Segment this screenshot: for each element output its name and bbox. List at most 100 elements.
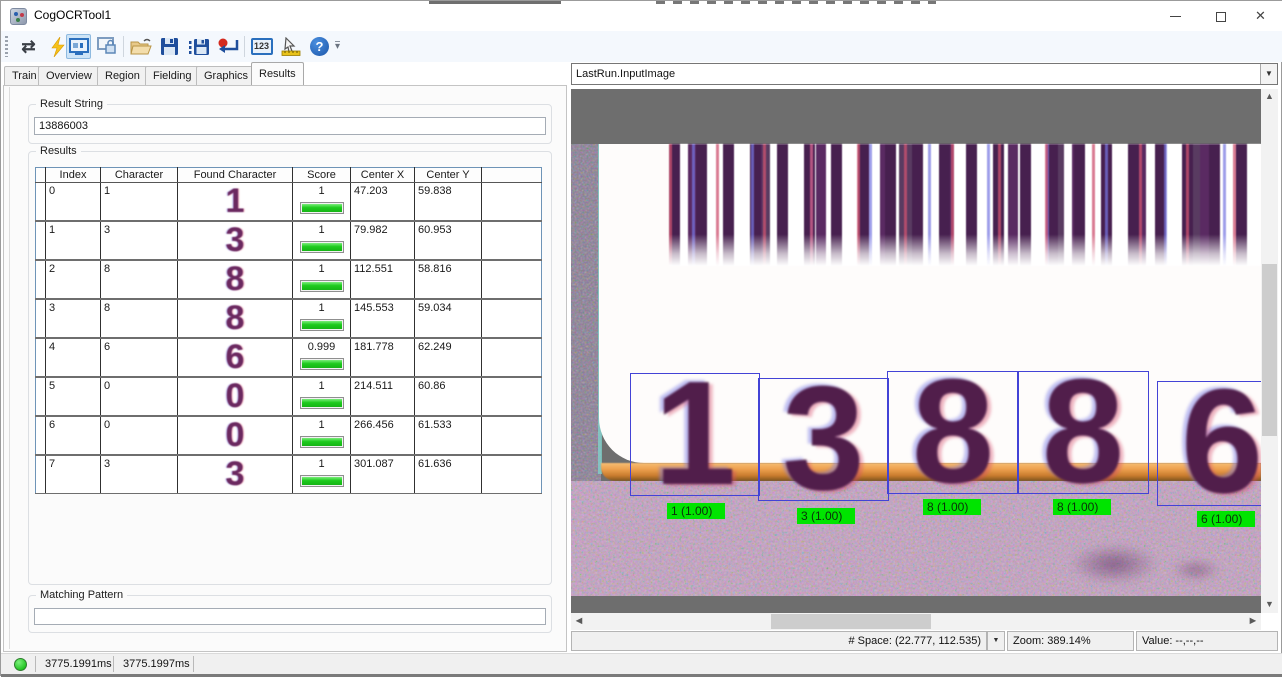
save-image-button[interactable]	[186, 34, 211, 59]
vertical-scroll-thumb[interactable]	[1262, 264, 1277, 436]
combobox-dropdown-button[interactable]: ▼	[1260, 64, 1277, 84]
col-score[interactable]: Score	[293, 168, 351, 183]
cell-index: 2	[46, 260, 101, 299]
surface-smudge	[1171, 559, 1221, 581]
tab-graphics[interactable]: Graphics	[196, 66, 256, 85]
result-string-label: Result String	[36, 98, 107, 110]
table-row[interactable]: 7 3 3 1 301.087 61.636	[36, 455, 542, 494]
col-index[interactable]: Index	[46, 168, 101, 183]
char-bounding-box	[1017, 371, 1149, 494]
space-dropdown-button[interactable]: ▼	[987, 631, 1005, 651]
detection-label: 8 (1.00)	[1053, 499, 1111, 515]
maximize-button[interactable]	[1198, 1, 1243, 31]
image-source-combobox[interactable]: LastRun.InputImage ▼	[571, 63, 1278, 85]
minimize-button[interactable]	[1153, 1, 1198, 31]
cell-center-y: 61.636	[415, 455, 482, 494]
toolbar-grip[interactable]	[5, 36, 8, 57]
cell-character: 3	[101, 221, 178, 260]
photo-left-edge	[571, 144, 601, 481]
record-results-button[interactable]	[215, 34, 240, 59]
horizontal-scrollbar[interactable]: ◄ ►	[571, 613, 1261, 630]
titlebar: CogOCRTool1 ✕	[1, 1, 1282, 31]
image-source-value: LastRun.InputImage	[576, 68, 675, 80]
table-row[interactable]: 2 8 8 1 112.551 58.816	[36, 260, 542, 299]
toolbar-overflow-button[interactable]: ▾	[335, 41, 340, 51]
pin-window-button[interactable]	[94, 34, 119, 59]
save-button[interactable]	[157, 34, 182, 59]
cell-center-x: 266.456	[351, 416, 415, 455]
run-tool-button[interactable]: ⇄	[16, 34, 41, 59]
tab-results[interactable]: Results	[251, 62, 304, 85]
help-button[interactable]: ?	[307, 34, 332, 59]
toolbar-separator	[123, 36, 124, 57]
cell-character: 3	[101, 455, 178, 494]
col-center-x[interactable]: Center X	[351, 168, 415, 183]
close-button[interactable]: ✕	[1238, 1, 1282, 31]
cell-center-x: 145.553	[351, 299, 415, 338]
cell-score: 1	[318, 263, 324, 275]
score-bar	[300, 319, 344, 331]
score-bar	[300, 436, 344, 448]
col-found[interactable]: Found Character	[178, 168, 293, 183]
tab-overview[interactable]: Overview	[38, 66, 100, 85]
matching-pattern-field[interactable]	[34, 608, 546, 625]
col-center-y[interactable]: Center Y	[415, 168, 482, 183]
status-separator	[113, 656, 114, 672]
barcode-image	[669, 144, 1261, 266]
cell-index: 7	[46, 455, 101, 494]
table-row[interactable]: 0 1 1 1 47.203 59.838	[36, 183, 542, 222]
cell-character: 0	[101, 416, 178, 455]
floppy-dots-icon	[188, 37, 210, 56]
char-bounding-box	[887, 371, 1019, 494]
cell-score: 1	[318, 185, 324, 197]
matching-pattern-group: Matching Pattern	[28, 595, 552, 633]
col-character[interactable]: Character	[101, 168, 178, 183]
table-row[interactable]: 4 6 6 0.999 181.778 62.249	[36, 338, 542, 377]
cell-center-y: 61.533	[415, 416, 482, 455]
cell-score: 1	[318, 380, 324, 392]
results-group: Results Index Character Found Character …	[28, 151, 552, 585]
table-row[interactable]: 3 8 8 1 145.553 59.034	[36, 299, 542, 338]
found-character-image: 1	[181, 184, 289, 218]
show-values-button[interactable]: 123	[249, 34, 274, 59]
pixel-value: Value: --,--,--	[1142, 635, 1204, 647]
measure-pointer-button[interactable]	[278, 34, 303, 59]
open-file-button[interactable]	[128, 34, 153, 59]
horizontal-scroll-thumb[interactable]	[771, 614, 931, 629]
scroll-right-button[interactable]: ►	[1245, 613, 1261, 630]
table-row[interactable]: 5 0 0 1 214.511 60.86	[36, 377, 542, 416]
result-string-group: Result String 13886003	[28, 104, 552, 144]
scroll-up-button[interactable]: ▲	[1261, 89, 1278, 105]
found-character-image: 6	[181, 340, 289, 374]
table-row[interactable]: 1 3 3 1 79.982 60.953	[36, 221, 542, 260]
space-status-segment: # Space: (22.777, 112.535)	[571, 631, 987, 651]
cell-center-x: 47.203	[351, 183, 415, 222]
detection-label: 1 (1.00)	[667, 503, 725, 519]
cell-score: 1	[318, 458, 324, 470]
results-table[interactable]: Index Character Found Character Score Ce…	[35, 167, 542, 494]
result-string-field[interactable]: 13886003	[34, 117, 546, 135]
minimize-icon	[1170, 16, 1181, 17]
found-character-image: 0	[181, 379, 289, 413]
float-window-button[interactable]	[66, 34, 91, 59]
zoom-status-segment: Zoom: 389.14%	[1007, 631, 1134, 651]
score-bar	[300, 280, 344, 292]
char-bounding-box	[1157, 381, 1261, 506]
detection-label: 3 (1.00)	[797, 508, 855, 524]
run-status-indicator	[14, 658, 27, 671]
tab-fielding[interactable]: Fielding	[145, 66, 200, 85]
table-row[interactable]: 6 0 0 1 266.456 61.533	[36, 416, 542, 455]
vertical-scrollbar[interactable]: ▲ ▼	[1261, 89, 1278, 613]
status-separator	[35, 656, 36, 672]
detection-label: 6 (1.00)	[1197, 511, 1255, 527]
scroll-down-button[interactable]: ▼	[1261, 597, 1278, 613]
image-display-area[interactable]: 1 3 8 8 6 1 (1.00) 3 (1.00) 8 (1.00) 8 (…	[571, 89, 1261, 613]
tab-region[interactable]: Region	[97, 66, 148, 85]
arrow-down-icon: ▼	[1265, 599, 1274, 609]
arrow-up-icon: ▲	[1265, 91, 1274, 101]
score-bar	[300, 241, 344, 253]
cell-index: 4	[46, 338, 101, 377]
scroll-left-button[interactable]: ◄	[571, 613, 587, 630]
cell-index: 5	[46, 377, 101, 416]
window-title: CogOCRTool1	[34, 8, 111, 22]
